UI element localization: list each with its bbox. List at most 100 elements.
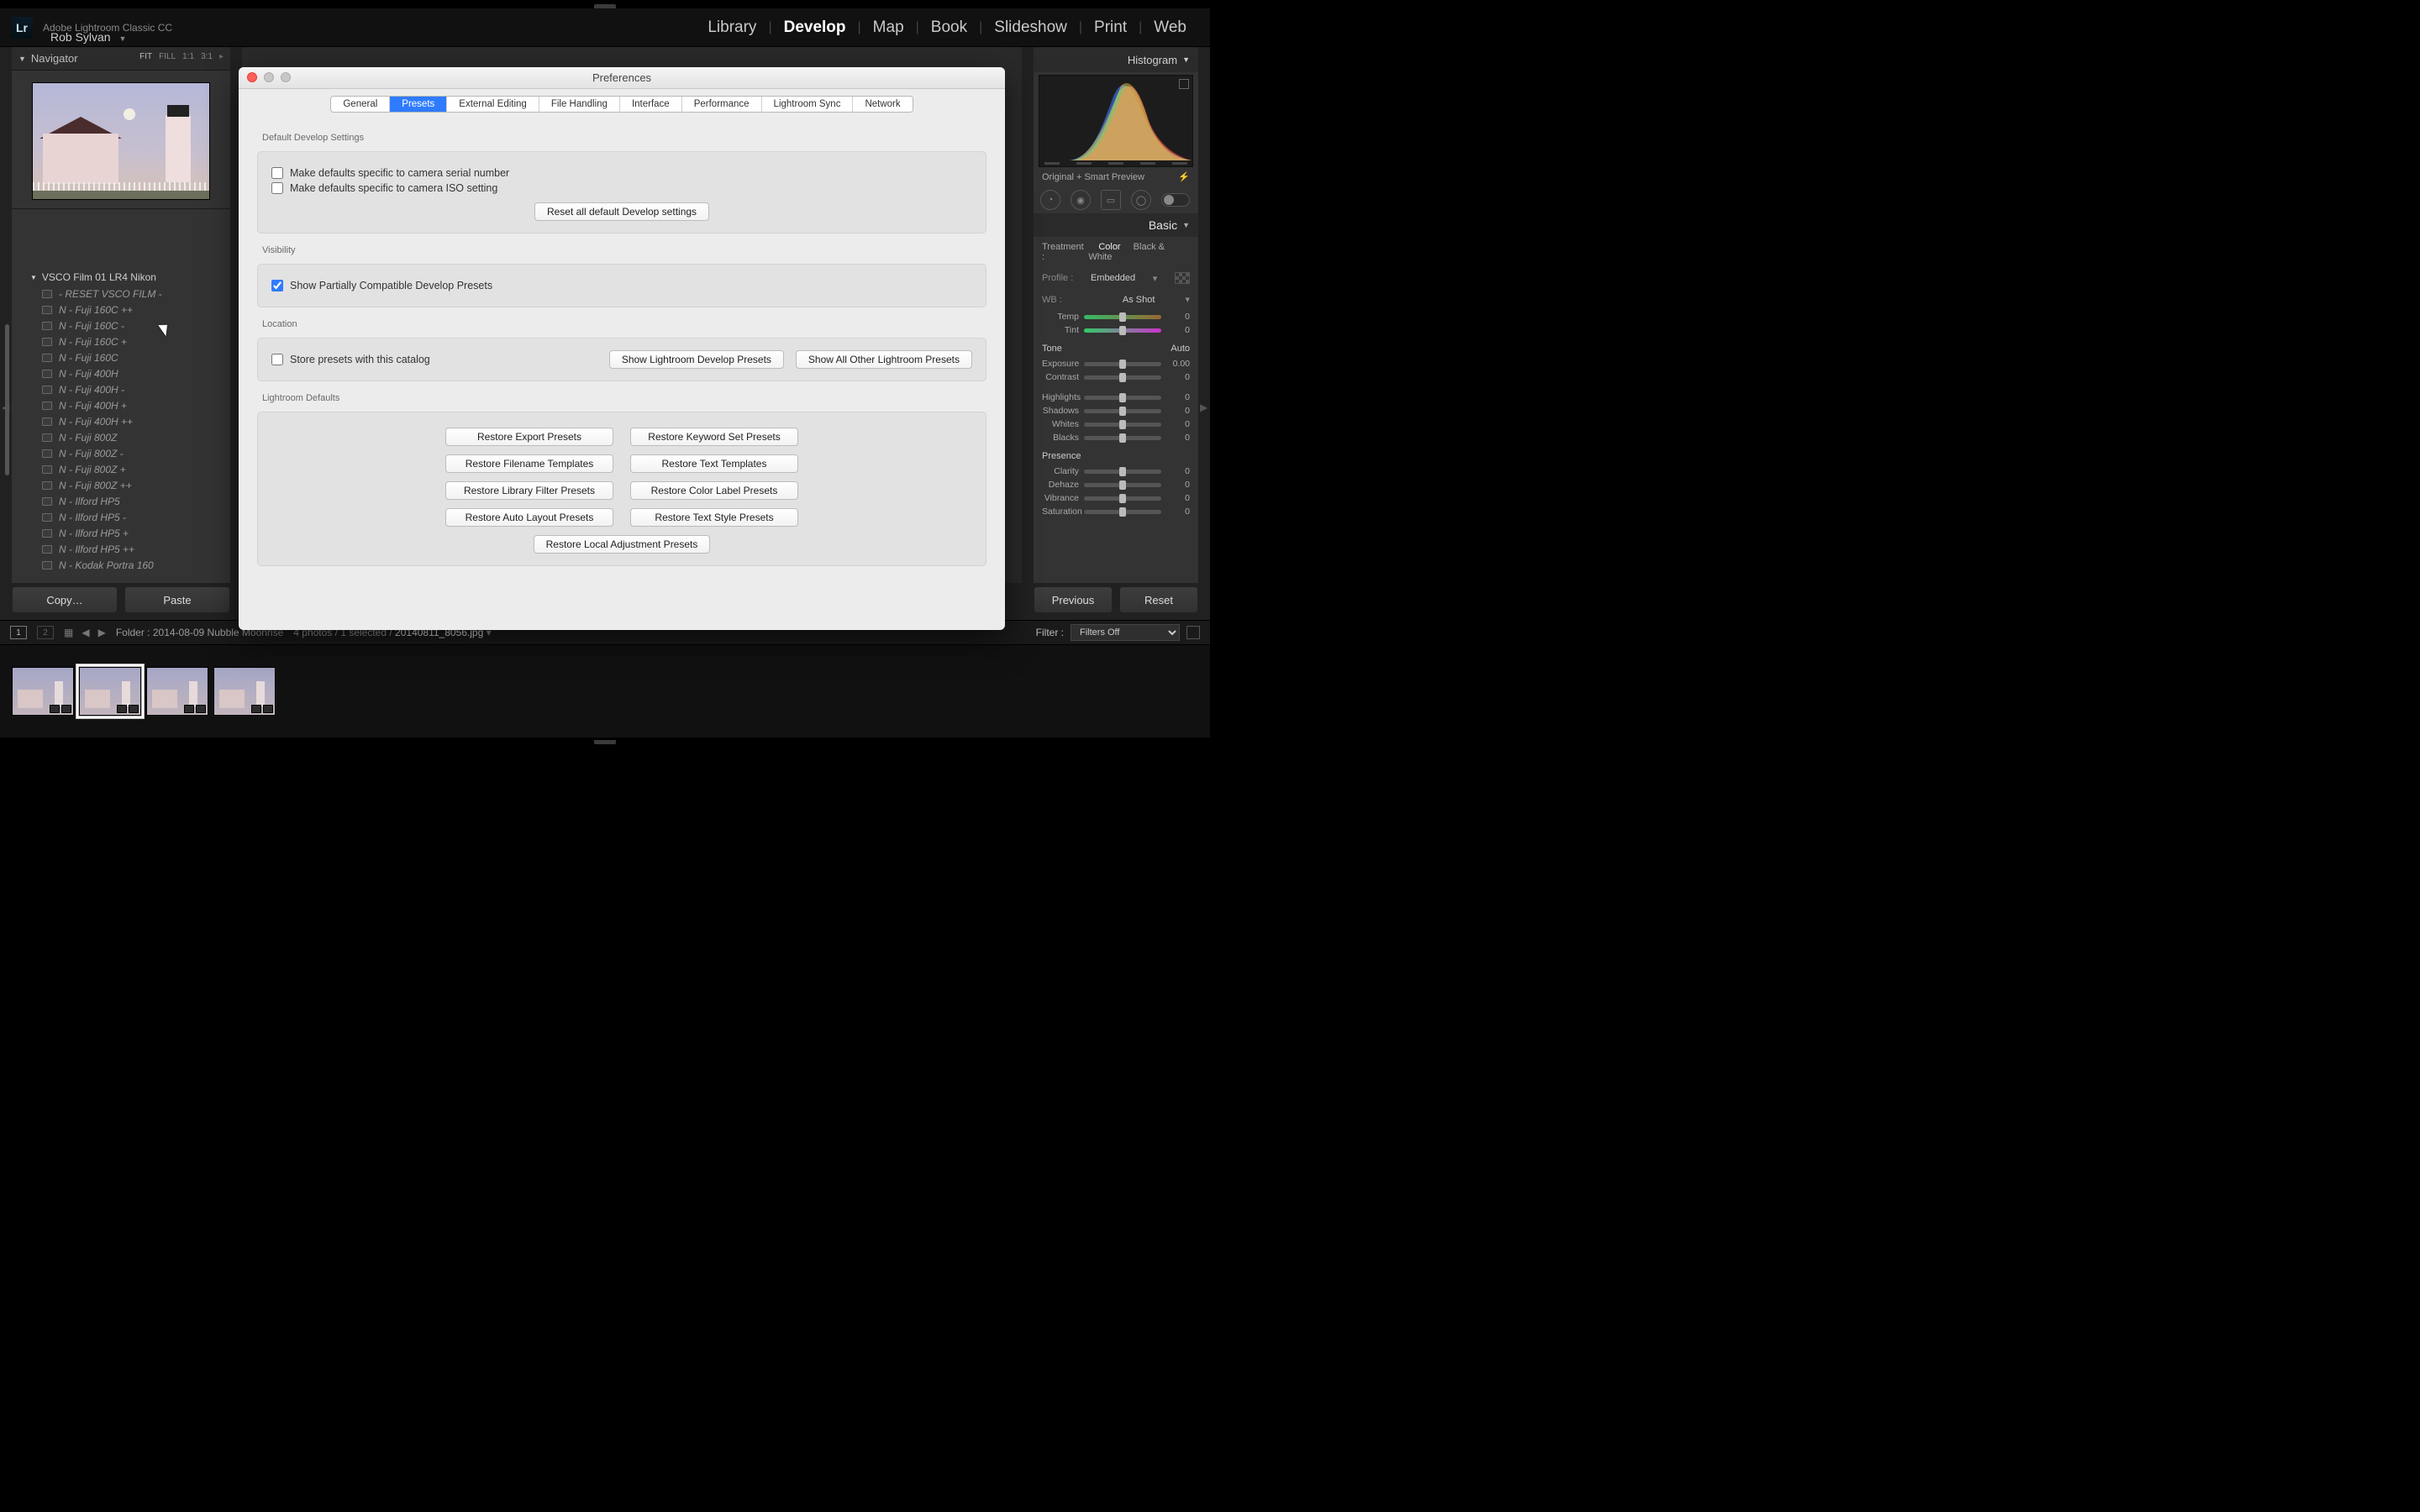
temp-slider[interactable] — [1084, 315, 1161, 319]
prev-photo-icon[interactable]: ◀ — [82, 627, 89, 638]
module-library[interactable]: Library — [696, 18, 768, 37]
whites-slider[interactable] — [1084, 423, 1161, 427]
identity-plate[interactable]: Rob Sylvan ▼ — [50, 30, 126, 44]
reset-button[interactable]: Reset — [1119, 586, 1198, 613]
chk-camera-iso[interactable]: Make defaults specific to camera ISO set… — [271, 182, 972, 194]
restore-export-presets-button[interactable]: Restore Export Presets — [445, 428, 613, 446]
preset-item[interactable]: N - Fuji 160C - — [12, 318, 230, 333]
blacks-slider[interactable] — [1084, 436, 1161, 440]
module-web[interactable]: Web — [1142, 18, 1198, 37]
restore-text-templates-button[interactable]: Restore Text Templates — [630, 454, 798, 473]
restore-text-style-presets-button[interactable]: Restore Text Style Presets — [630, 508, 798, 527]
filmstrip-thumb[interactable] — [12, 667, 74, 716]
crop-tool[interactable]: ◔ — [1040, 190, 1060, 210]
module-slideshow[interactable]: Slideshow — [982, 18, 1079, 37]
preset-item[interactable]: N - Fuji 160C — [12, 349, 230, 365]
module-develop[interactable]: Develop — [772, 18, 858, 37]
preset-item[interactable]: N - Fuji 160C ++ — [12, 302, 230, 318]
reset-develop-defaults-button[interactable]: Reset all default Develop settings — [534, 202, 709, 221]
zoom-1-1[interactable]: 1:1 — [182, 52, 194, 61]
navigator-preview[interactable] — [32, 82, 210, 200]
filmstrip[interactable] — [0, 645, 1210, 738]
profile-row[interactable]: Profile : Embedded ▾ — [1034, 267, 1198, 289]
pref-tab-network[interactable]: Network — [853, 97, 912, 112]
preset-item[interactable]: N - Ilford HP5 — [12, 493, 230, 509]
preset-item[interactable]: N - Kodak Portra 160 — [12, 557, 230, 573]
saturation-slider[interactable] — [1084, 510, 1161, 514]
preset-folder[interactable]: ▼ VSCO Film 01 LR4 Nikon — [12, 269, 230, 286]
left-panel-scrollbar[interactable] — [5, 324, 9, 475]
preset-item[interactable]: N - Fuji 800Z ++ — [12, 477, 230, 493]
pref-tab-performance[interactable]: Performance — [682, 97, 762, 112]
auto-tone-button[interactable]: Auto — [1171, 344, 1190, 354]
preset-item[interactable]: N - Ilford HP5 + — [12, 525, 230, 541]
panel-switch[interactable] — [1161, 193, 1190, 207]
preset-item[interactable]: N - Fuji 160C + — [12, 333, 230, 349]
window-close-icon[interactable] — [247, 72, 257, 82]
preset-item[interactable]: N - Fuji 400H ++ — [12, 413, 230, 429]
clarity-slider[interactable] — [1084, 470, 1161, 474]
restore-local-adjustment-presets-button[interactable]: Restore Local Adjustment Presets — [534, 535, 711, 554]
zoom-more-icon[interactable]: ▸ — [219, 52, 224, 61]
preset-item[interactable]: - RESET VSCO FILM - — [12, 286, 230, 302]
filmstrip-thumb[interactable] — [213, 667, 276, 716]
navigator-header[interactable]: ▼ Navigator FITFILL1:13:1▸ — [12, 47, 230, 71]
grid-view-icon[interactable]: ▦ — [64, 627, 73, 638]
restore-library-filter-presets-button[interactable]: Restore Library Filter Presets — [445, 481, 613, 500]
chk-store-with-catalog[interactable]: Store presets with this catalog — [271, 354, 430, 365]
preset-item[interactable]: N - Fuji 800Z — [12, 429, 230, 445]
bolt-icon[interactable]: ⚡ — [1178, 171, 1190, 182]
preset-item[interactable]: N - Ilford HP5 ++ — [12, 541, 230, 557]
copy-button[interactable]: Copy… — [12, 586, 118, 613]
spot-removal-tool[interactable]: ◉ — [1071, 190, 1091, 210]
zoom-fit[interactable]: FIT — [139, 52, 152, 61]
next-photo-icon[interactable]: ▶ — [98, 627, 106, 638]
filmstrip-thumb[interactable] — [79, 667, 141, 716]
pref-tab-lightroom-sync[interactable]: Lightroom Sync — [762, 97, 854, 112]
restore-keyword-presets-button[interactable]: Restore Keyword Set Presets — [630, 428, 798, 446]
preset-item[interactable]: N - Ilford HP5 - — [12, 509, 230, 525]
preset-item[interactable]: N - Fuji 800Z + — [12, 461, 230, 477]
right-panel-collapse-icon[interactable]: ▶ — [1200, 402, 1208, 415]
pref-tab-general[interactable]: General — [331, 97, 390, 112]
pref-tab-external-editing[interactable]: External Editing — [447, 97, 539, 112]
profile-browser-icon[interactable] — [1175, 272, 1190, 284]
module-print[interactable]: Print — [1082, 18, 1139, 37]
filter-select[interactable]: Filters Off — [1071, 624, 1180, 641]
chk-partial-presets[interactable]: Show Partially Compatible Develop Preset… — [271, 280, 972, 291]
graduated-filter-tool[interactable]: ▭ — [1101, 190, 1121, 210]
highlights-slider[interactable] — [1084, 396, 1161, 400]
exposure-slider[interactable] — [1084, 362, 1161, 366]
pref-tab-presets[interactable]: Presets — [390, 97, 447, 112]
paste-button[interactable]: Paste — [124, 586, 230, 613]
show-other-presets-button[interactable]: Show All Other Lightroom Presets — [796, 350, 972, 369]
zoom-3-1[interactable]: 3:1 — [201, 52, 213, 61]
restore-color-label-presets-button[interactable]: Restore Color Label Presets — [630, 481, 798, 500]
module-map[interactable]: Map — [861, 18, 916, 37]
preset-item[interactable]: N - Fuji 800Z - — [12, 445, 230, 461]
show-develop-presets-button[interactable]: Show Lightroom Develop Presets — [609, 350, 784, 369]
preset-item[interactable]: N - Fuji 400H — [12, 365, 230, 381]
restore-filename-templates-button[interactable]: Restore Filename Templates — [445, 454, 613, 473]
basic-panel-header[interactable]: Basic ▼ — [1034, 213, 1198, 237]
wb-row[interactable]: WB : As Shot ▾ — [1034, 289, 1198, 310]
histogram-header[interactable]: Histogram ▼ — [1034, 47, 1198, 72]
chk-camera-serial[interactable]: Make defaults specific to camera serial … — [271, 167, 972, 179]
tint-slider[interactable] — [1084, 328, 1161, 333]
previous-button[interactable]: Previous — [1034, 586, 1113, 613]
restore-auto-layout-presets-button[interactable]: Restore Auto Layout Presets — [445, 508, 613, 527]
histogram[interactable] — [1039, 75, 1193, 167]
module-book[interactable]: Book — [919, 18, 979, 37]
filmstrip-thumb[interactable] — [146, 667, 208, 716]
filter-lock-icon[interactable] — [1186, 626, 1200, 639]
preset-item[interactable]: N - Fuji 400H - — [12, 381, 230, 397]
pref-tab-file-handling[interactable]: File Handling — [539, 97, 620, 112]
second-monitor-badge[interactable]: 2 — [37, 626, 54, 639]
pref-tab-interface[interactable]: Interface — [620, 97, 682, 112]
vibrance-slider[interactable] — [1084, 496, 1161, 501]
zoom-fill[interactable]: FILL — [159, 52, 176, 61]
shadows-slider[interactable] — [1084, 409, 1161, 413]
dialog-titlebar[interactable]: Preferences — [239, 67, 1005, 89]
contrast-slider[interactable] — [1084, 375, 1161, 380]
treatment-color[interactable]: Color — [1098, 242, 1120, 252]
